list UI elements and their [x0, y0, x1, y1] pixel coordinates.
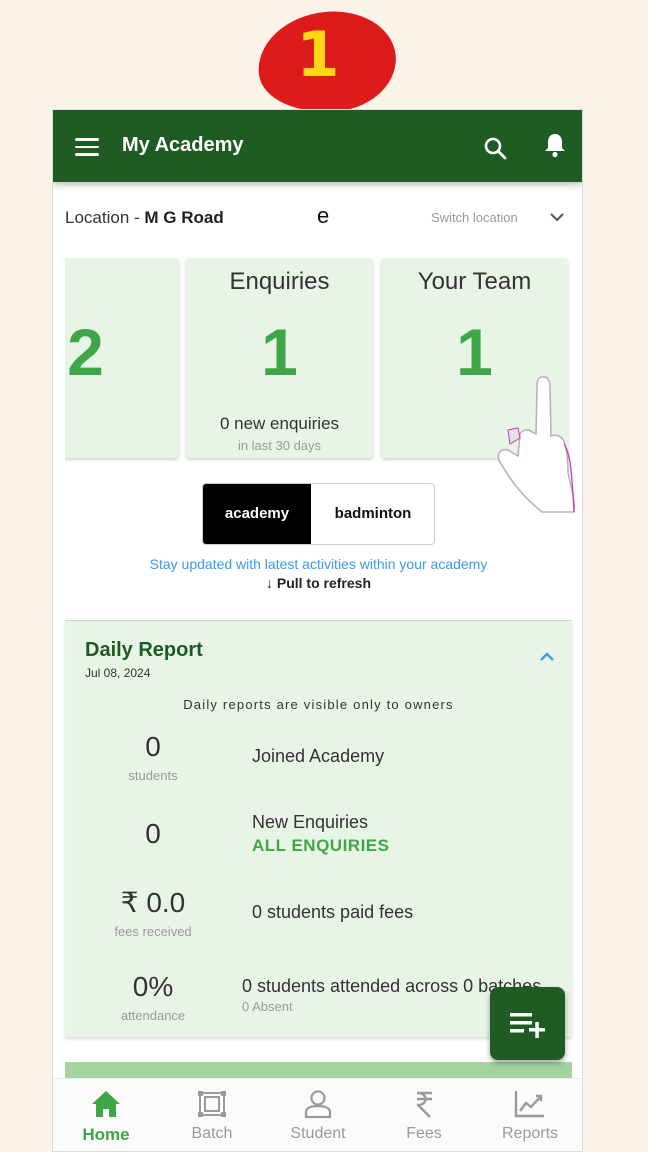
chart-icon: [514, 1091, 544, 1118]
home-icon: [92, 1091, 120, 1117]
toggle-badminton[interactable]: badminton: [311, 484, 434, 544]
nav-label: Student: [290, 1125, 346, 1142]
playlist-add-icon: [510, 1013, 545, 1038]
nav-label: Home: [82, 1125, 130, 1144]
sport-toggle: academy badminton: [202, 483, 435, 545]
report-title: Daily Report: [85, 639, 203, 661]
metric-subtext: 0 Absent: [242, 999, 293, 1014]
nav-home[interactable]: Home: [53, 1079, 159, 1151]
toggle-academy[interactable]: academy: [203, 484, 311, 544]
report-date: Jul 08, 2024: [85, 666, 151, 680]
activity-hint: Stay updated with latest activities with…: [149, 556, 488, 572]
metric-value: ₹ 0.0: [120, 887, 186, 918]
metric-unit: students: [128, 768, 178, 783]
batches-card[interactable]: tches 2: [65, 258, 179, 458]
nav-label: Fees: [406, 1125, 442, 1142]
metric-description: 0 students paid fees: [252, 902, 414, 922]
phone-screen: My Academy Location - M G Road e Switch …: [52, 109, 583, 1152]
nav-student[interactable]: Student: [265, 1079, 371, 1151]
card-subtitle: 0 new enquiries: [219, 414, 340, 433]
app-title: My Academy: [122, 134, 244, 156]
metric-value: 0: [145, 818, 161, 849]
chevron-up-icon[interactable]: [539, 651, 555, 663]
location-label: Location - M G Road: [65, 208, 224, 227]
card-value: 2: [67, 315, 104, 389]
nav-reports[interactable]: Reports: [477, 1079, 582, 1151]
enquiries-card[interactable]: Enquiries 1 0 new enquiries in last 30 d…: [186, 258, 373, 458]
stray-character: e: [317, 203, 330, 228]
card-title: tches: [65, 268, 179, 296]
nav-batch[interactable]: Batch: [159, 1079, 265, 1151]
metric-description: New Enquiries: [252, 812, 369, 832]
nav-fees[interactable]: Fees: [371, 1079, 477, 1151]
search-icon[interactable]: [483, 136, 507, 160]
nav-label: Reports: [501, 1125, 559, 1142]
add-action-button[interactable]: [490, 987, 565, 1060]
daily-report-panel: Daily Report Jul 08, 2024 Daily reports …: [65, 620, 572, 1037]
tap-hand-icon: [497, 376, 576, 513]
report-note: Daily reports are visible only to owners: [183, 697, 454, 712]
metric-unit: attendance: [120, 1008, 186, 1023]
switch-location-link[interactable]: Switch location: [431, 210, 518, 225]
rupee-icon: [416, 1091, 432, 1118]
all-enquiries-link[interactable]: ALL ENQUIRIES: [252, 836, 389, 856]
metric-description: Joined Academy: [252, 746, 385, 766]
student-icon: [304, 1090, 332, 1119]
menu-icon[interactable]: [75, 138, 99, 156]
nav-label: Batch: [191, 1125, 233, 1142]
app-bar: My Academy: [53, 110, 582, 182]
step-number: 1: [296, 18, 340, 91]
metric-value: 0: [145, 731, 161, 762]
bell-icon[interactable]: [543, 132, 567, 158]
metric-unit: fees received: [114, 924, 192, 939]
location-name: M G Road: [144, 208, 224, 227]
metric-value: 0%: [132, 971, 174, 1002]
chevron-down-icon[interactable]: [549, 211, 565, 223]
card-title: Enquiries: [229, 268, 330, 295]
card-value: 1: [261, 315, 298, 389]
card-title: Your Team: [417, 268, 532, 295]
card-caption: in last 30 days: [237, 438, 322, 453]
bottom-navigation: Home Batch Student Fees Reports: [53, 1078, 582, 1151]
pull-to-refresh: ↓ Pull to refresh: [265, 575, 372, 591]
batch-icon: [198, 1091, 226, 1117]
